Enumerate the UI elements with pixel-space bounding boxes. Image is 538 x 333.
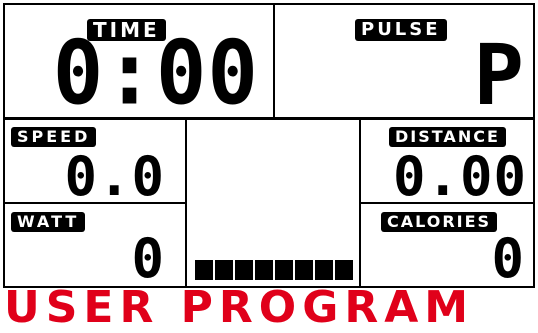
program-title: USER PROGRAM bbox=[4, 282, 475, 333]
calories-panel: CALORIES 0 bbox=[359, 202, 535, 288]
time-panel: TIME 0:00 bbox=[3, 3, 275, 119]
profile-bar-segment bbox=[335, 260, 353, 280]
calories-label: CALORIES bbox=[381, 212, 498, 232]
distance-value: 0.00 bbox=[392, 145, 527, 208]
speed-value: 0.0 bbox=[64, 145, 165, 208]
watt-panel: WATT 0 bbox=[3, 202, 187, 288]
watt-value: 0 bbox=[131, 227, 165, 290]
profile-bar-segment bbox=[275, 260, 293, 280]
pulse-label: PULSE bbox=[355, 19, 447, 41]
profile-bar-segment bbox=[295, 260, 313, 280]
profile-bar-segment bbox=[195, 260, 213, 280]
profile-bar-segment bbox=[235, 260, 253, 280]
profile-bar-row bbox=[195, 258, 355, 280]
calories-value: 0 bbox=[491, 227, 525, 290]
watt-label: WATT bbox=[11, 212, 86, 232]
console-display: TIME 0:00 PULSE P SPEED 0.0 DISTANCE 0.0… bbox=[0, 0, 538, 332]
distance-panel: DISTANCE 0.00 bbox=[359, 118, 535, 204]
profile-bar-segment bbox=[255, 260, 273, 280]
speed-panel: SPEED 0.0 bbox=[3, 118, 187, 204]
time-value: 0:00 bbox=[52, 21, 259, 125]
pulse-panel: PULSE P bbox=[273, 3, 535, 119]
speed-label: SPEED bbox=[11, 127, 97, 147]
profile-panel bbox=[185, 118, 361, 288]
pulse-value: P bbox=[473, 26, 525, 124]
profile-bar-segment bbox=[215, 260, 233, 280]
profile-bar-segment bbox=[315, 260, 333, 280]
distance-label: DISTANCE bbox=[389, 127, 506, 147]
